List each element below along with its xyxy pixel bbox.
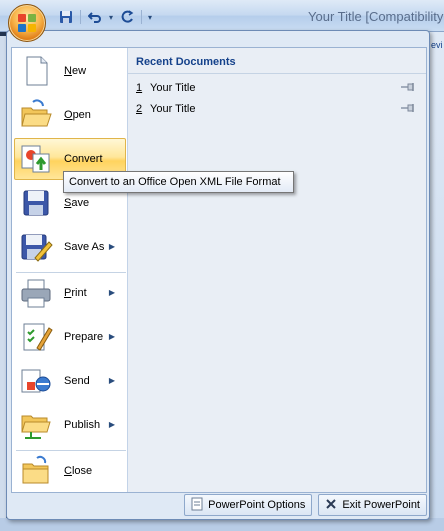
menu-item-label: Convert (64, 153, 103, 165)
office-menu-body: New Open Convert Save Save As ▶ Print ▶ … (11, 47, 427, 493)
open-folder-icon (19, 98, 53, 132)
printer-icon (19, 276, 53, 310)
menu-item-label: Save As (64, 241, 105, 253)
send-icon (19, 364, 53, 398)
save-icon (19, 186, 53, 220)
close-folder-icon (19, 454, 53, 488)
publish-icon (19, 408, 53, 442)
recent-document-title: Your Title (150, 103, 196, 115)
options-icon (191, 497, 203, 514)
menu-item-open[interactable]: Open (14, 94, 126, 136)
submenu-arrow-icon: ▶ (108, 332, 115, 341)
submenu-arrow-icon: ▶ (108, 376, 115, 385)
exit-x-icon (325, 498, 337, 513)
prepare-icon (19, 320, 53, 354)
menu-item-close[interactable]: Close (14, 450, 126, 492)
menu-item-label: Print (64, 287, 87, 299)
menu-item-send[interactable]: Send ▶ (14, 360, 126, 402)
menu-item-label: Prepare (64, 331, 104, 343)
recent-document-title: Your Title (150, 82, 196, 94)
exit-powerpoint-label: Exit PowerPoint (342, 499, 420, 511)
recent-document-number: 2 (136, 103, 143, 115)
powerpoint-options-label: PowerPoint Options (208, 499, 306, 511)
background-strip-right (428, 32, 444, 531)
window-title: Your Title [Compatibility (308, 9, 444, 24)
menu-item-label: New (64, 65, 87, 77)
pin-icon[interactable] (400, 103, 416, 116)
new-document-icon (19, 54, 53, 88)
office-menu-footer: PowerPoint Options Exit PowerPoint (11, 493, 427, 517)
quick-access-toolbar: ▾ ▾ (58, 8, 152, 26)
recent-document-item[interactable]: 1 Your Title (136, 79, 422, 97)
save-icon[interactable] (58, 9, 74, 25)
recent-documents-pane: Recent Documents 1 Your Title 2 Your Tit… (128, 48, 426, 492)
menu-item-label: Send (64, 375, 90, 387)
ribbon-fragment-text: evi (431, 40, 443, 50)
recent-document-number: 1 (136, 82, 143, 94)
menu-item-prepare[interactable]: Prepare ▶ (14, 316, 126, 358)
submenu-arrow-icon: ▶ (108, 242, 115, 251)
save-as-icon (19, 230, 53, 264)
office-button[interactable] (8, 4, 46, 42)
undo-icon[interactable] (87, 9, 103, 25)
title-bar: ▾ ▾ Your Title [Compatibility (0, 0, 444, 32)
menu-item-print[interactable]: Print ▶ (14, 272, 126, 314)
convert-tooltip: Convert to an Office Open XML File Forma… (63, 171, 294, 193)
recent-document-item[interactable]: 2 Your Title (136, 100, 422, 118)
toolbar-separator (80, 10, 81, 24)
menu-item-label: Open (64, 109, 91, 121)
redo-icon[interactable] (119, 9, 135, 25)
menu-item-label: Close (64, 465, 93, 477)
customize-toolbar-icon[interactable]: ▾ (148, 13, 152, 22)
office-logo-icon (18, 14, 38, 34)
submenu-arrow-icon: ▶ (108, 288, 115, 297)
toolbar-separator (141, 10, 143, 24)
office-menu: New Open Convert Save Save As ▶ Print ▶ … (6, 30, 430, 520)
pin-icon[interactable] (400, 82, 416, 95)
undo-dropdown-arrow-icon[interactable]: ▾ (109, 13, 113, 22)
menu-item-label: Save (64, 197, 90, 209)
menu-item-save-as[interactable]: Save As ▶ (14, 226, 126, 268)
menu-item-label: Publish (64, 419, 101, 431)
exit-powerpoint-button[interactable]: Exit PowerPoint (318, 494, 427, 516)
menu-item-publish[interactable]: Publish ▶ (14, 404, 126, 446)
commands-pane: New Open Convert Save Save As ▶ Print ▶ … (12, 48, 128, 492)
menu-item-new[interactable]: New (14, 50, 126, 92)
powerpoint-options-button[interactable]: PowerPoint Options (184, 494, 313, 516)
recent-documents-heading: Recent Documents (128, 48, 426, 74)
submenu-arrow-icon: ▶ (108, 420, 115, 429)
convert-icon (19, 142, 53, 176)
